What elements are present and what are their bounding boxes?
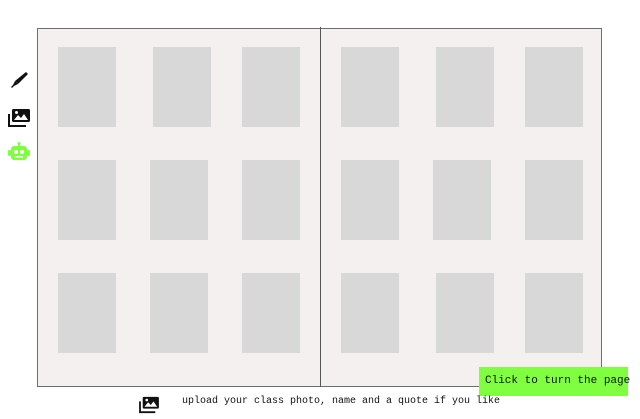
photo-slot[interactable]	[242, 47, 300, 127]
photo-slot[interactable]	[242, 273, 300, 353]
photo-slot[interactable]	[153, 47, 211, 127]
photo-slot[interactable]	[525, 47, 583, 127]
pen-tool-button[interactable]	[6, 68, 32, 92]
photo-slot[interactable]	[433, 160, 491, 240]
photo-slot[interactable]	[436, 273, 494, 353]
photo-slot[interactable]	[341, 47, 399, 127]
photo-slot[interactable]	[341, 273, 399, 353]
yearbook	[37, 27, 602, 387]
pen-icon	[11, 72, 28, 88]
photo-slot[interactable]	[150, 273, 208, 353]
photo-slot[interactable]	[341, 160, 399, 240]
photo-slot[interactable]	[58, 47, 116, 127]
photo-gallery-icon	[8, 109, 30, 127]
upload-instructions: upload your class photo, name and a quot…	[182, 396, 501, 407]
photo-slot[interactable]	[242, 160, 300, 240]
photo-slot[interactable]	[525, 273, 583, 353]
photos-tool-button[interactable]	[6, 106, 32, 130]
photo-slot[interactable]	[150, 160, 208, 240]
photo-gallery-icon	[139, 396, 159, 414]
turn-page-button[interactable]: Click to turn the page	[479, 367, 630, 396]
upload-photo-button[interactable]	[138, 396, 160, 414]
photo-slot[interactable]	[525, 160, 583, 240]
book-spine	[320, 27, 321, 387]
robot-tool-button[interactable]	[6, 140, 32, 164]
photo-slot[interactable]	[58, 160, 116, 240]
photo-slot[interactable]	[436, 47, 494, 127]
photo-slot[interactable]	[58, 273, 116, 353]
robot-icon	[8, 142, 30, 160]
